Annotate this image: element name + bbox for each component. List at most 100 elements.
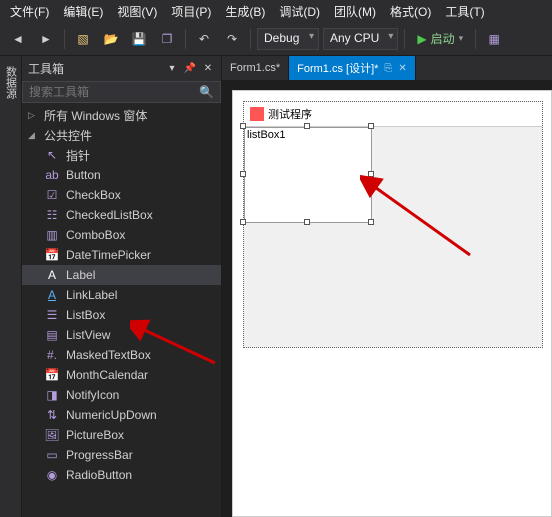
- menu-tools[interactable]: 工具(T): [439, 1, 490, 22]
- notify-icon: ◨: [44, 387, 60, 403]
- close-icon[interactable]: ✕: [398, 63, 406, 74]
- item-label: Label: [66, 268, 95, 282]
- menu-format[interactable]: 格式(O): [384, 1, 437, 22]
- tab-form1-cs[interactable]: Form1.cs*: [222, 56, 289, 80]
- start-debug-button[interactable]: ▶ 启动 ▾: [411, 28, 469, 49]
- menu-debug[interactable]: 调试(D): [273, 1, 326, 22]
- toolbox-item-listbox[interactable]: ☰ListBox: [22, 305, 221, 325]
- listview-icon: ▤: [44, 327, 60, 343]
- close-icon[interactable]: ✕: [201, 62, 215, 76]
- toolbox-item-maskedtextbox[interactable]: #. MaskedTextBox: [22, 345, 221, 365]
- item-label: NotifyIcon: [66, 388, 119, 402]
- tab-label: Form1.cs [设计]*: [297, 60, 378, 76]
- label-icon: A: [44, 267, 60, 283]
- group-label: 公共控件: [44, 127, 92, 144]
- combobox-icon: ▥: [44, 227, 60, 243]
- picture-icon: 🖼: [44, 427, 60, 443]
- pin-icon[interactable]: 📌: [183, 62, 197, 76]
- platform-dropdown[interactable]: Any CPU: [323, 28, 398, 50]
- toolbox-header: 工具箱 ▾ 📌 ✕: [22, 56, 221, 81]
- toolbox-panel: 工具箱 ▾ 📌 ✕ 🔍 ▷ 所有 Windows 窗体 ◢ 公共控件 ↖指针ab…: [22, 56, 222, 517]
- resize-handle[interactable]: [240, 219, 246, 225]
- checkedlistbox-icon: ☷: [44, 207, 60, 223]
- toolbox-item-button[interactable]: ab Button: [22, 165, 221, 185]
- item-label: ProgressBar: [66, 448, 133, 462]
- toolbox-item-progressbar[interactable]: ▭ ProgressBar: [22, 445, 221, 465]
- item-label: 指针: [66, 147, 90, 164]
- save-all-button[interactable]: ❐: [155, 27, 179, 51]
- toolbox-group-windows[interactable]: ▷ 所有 Windows 窗体: [22, 105, 221, 125]
- design-surface[interactable]: 测试程序 listBox1: [232, 90, 552, 517]
- toolbox-item-checkedlistbox[interactable]: ☷CheckedListBox: [22, 205, 221, 225]
- form-window[interactable]: 测试程序 listBox1: [243, 101, 543, 348]
- expand-icon: ▷: [28, 110, 38, 121]
- resize-handle[interactable]: [368, 171, 374, 177]
- collapse-icon: ◢: [28, 130, 38, 141]
- search-input[interactable]: [23, 82, 193, 102]
- listbox-control[interactable]: listBox1: [244, 127, 372, 223]
- linklabel-icon: A: [44, 287, 60, 303]
- editor-area: Form1.cs* Form1.cs [设计]* ⎘ ✕ 测试程序 listBo…: [222, 56, 552, 517]
- month-icon: 📅: [44, 367, 60, 383]
- form-body[interactable]: listBox1: [244, 127, 542, 347]
- open-file-button[interactable]: 📂: [99, 27, 123, 51]
- item-label: ListBox: [66, 308, 105, 322]
- masked-icon: #.: [44, 347, 60, 363]
- more-button[interactable]: ▦: [482, 27, 506, 51]
- nav-back-button[interactable]: ◄: [6, 27, 30, 51]
- toolbox-item-combobox[interactable]: ▥ ComboBox: [22, 225, 221, 245]
- panel-options-button[interactable]: ▾: [165, 62, 179, 76]
- save-button[interactable]: 💾: [127, 27, 151, 51]
- toolbox-item-picturebox[interactable]: 🖼PictureBox: [22, 425, 221, 445]
- form-titlebar: 测试程序: [244, 102, 542, 127]
- toolbox-item-datetimepicker[interactable]: 📅DateTimePicker: [22, 245, 221, 265]
- toolbox-search: 🔍: [22, 81, 221, 103]
- undo-button[interactable]: ↶: [192, 27, 216, 51]
- pin-icon[interactable]: ⎘: [384, 63, 392, 74]
- item-label: ComboBox: [66, 228, 125, 242]
- menu-build[interactable]: 生成(B): [219, 1, 271, 22]
- toolbox-item-checkbox[interactable]: ☑ CheckBox: [22, 185, 221, 205]
- resize-handle[interactable]: [240, 171, 246, 177]
- progress-icon: ▭: [44, 447, 60, 463]
- datasource-tab[interactable]: 数据源: [1, 60, 21, 105]
- item-label: CheckBox: [66, 188, 121, 202]
- nav-forward-button[interactable]: ►: [34, 27, 58, 51]
- resize-handle[interactable]: [368, 123, 374, 129]
- toolbar: ◄ ► ▧ 📂 💾 ❐ ↶ ↷ Debug Any CPU ▶ 启动 ▾ ▦: [0, 22, 552, 56]
- toolbox-item-numericupdown[interactable]: ⇅NumericUpDown: [22, 405, 221, 425]
- menu-bar: 文件(F) 编辑(E) 视图(V) 项目(P) 生成(B) 调试(D) 团队(M…: [0, 0, 552, 22]
- menu-file[interactable]: 文件(F): [4, 1, 55, 22]
- search-icon[interactable]: 🔍: [193, 85, 220, 99]
- start-label: 启动: [431, 30, 455, 47]
- config-dropdown[interactable]: Debug: [257, 28, 319, 50]
- resize-handle[interactable]: [240, 123, 246, 129]
- item-label: ListView: [66, 328, 110, 342]
- toolbox-item-notifyicon[interactable]: ◨ NotifyIcon: [22, 385, 221, 405]
- toolbox-item-linklabel[interactable]: ALinkLabel: [22, 285, 221, 305]
- toolbox-item-listview[interactable]: ▤ ListView: [22, 325, 221, 345]
- toolbox-item-label[interactable]: A Label: [22, 265, 221, 285]
- toolbox-item-monthcalendar[interactable]: 📅MonthCalendar: [22, 365, 221, 385]
- tab-form1-design[interactable]: Form1.cs [设计]* ⎘ ✕: [289, 56, 416, 80]
- side-collapsed-tab: 数据源: [0, 56, 22, 517]
- checkbox-icon: ☑: [44, 187, 60, 203]
- item-label: NumericUpDown: [66, 408, 157, 422]
- toolbox-item-指针[interactable]: ↖指针: [22, 145, 221, 165]
- menu-edit[interactable]: 编辑(E): [57, 1, 109, 22]
- resize-handle[interactable]: [304, 123, 310, 129]
- item-label: Button: [66, 168, 101, 182]
- toolbox-group-common[interactable]: ◢ 公共控件: [22, 125, 221, 145]
- toolbox-tree: ▷ 所有 Windows 窗体 ◢ 公共控件 ↖指针 ab Button ☑ Check…: [22, 103, 221, 517]
- redo-button[interactable]: ↷: [220, 27, 244, 51]
- resize-handle[interactable]: [304, 219, 310, 225]
- resize-handle[interactable]: [368, 219, 374, 225]
- new-project-button[interactable]: ▧: [71, 27, 95, 51]
- form-icon: [250, 107, 264, 121]
- toolbox-item-radiobutton[interactable]: ◉RadioButton: [22, 465, 221, 485]
- menu-view[interactable]: 视图(V): [111, 1, 163, 22]
- item-label: MaskedTextBox: [66, 348, 151, 362]
- menu-team[interactable]: 团队(M): [328, 1, 382, 22]
- menu-project[interactable]: 项目(P): [165, 1, 217, 22]
- button-icon: ab: [44, 167, 60, 183]
